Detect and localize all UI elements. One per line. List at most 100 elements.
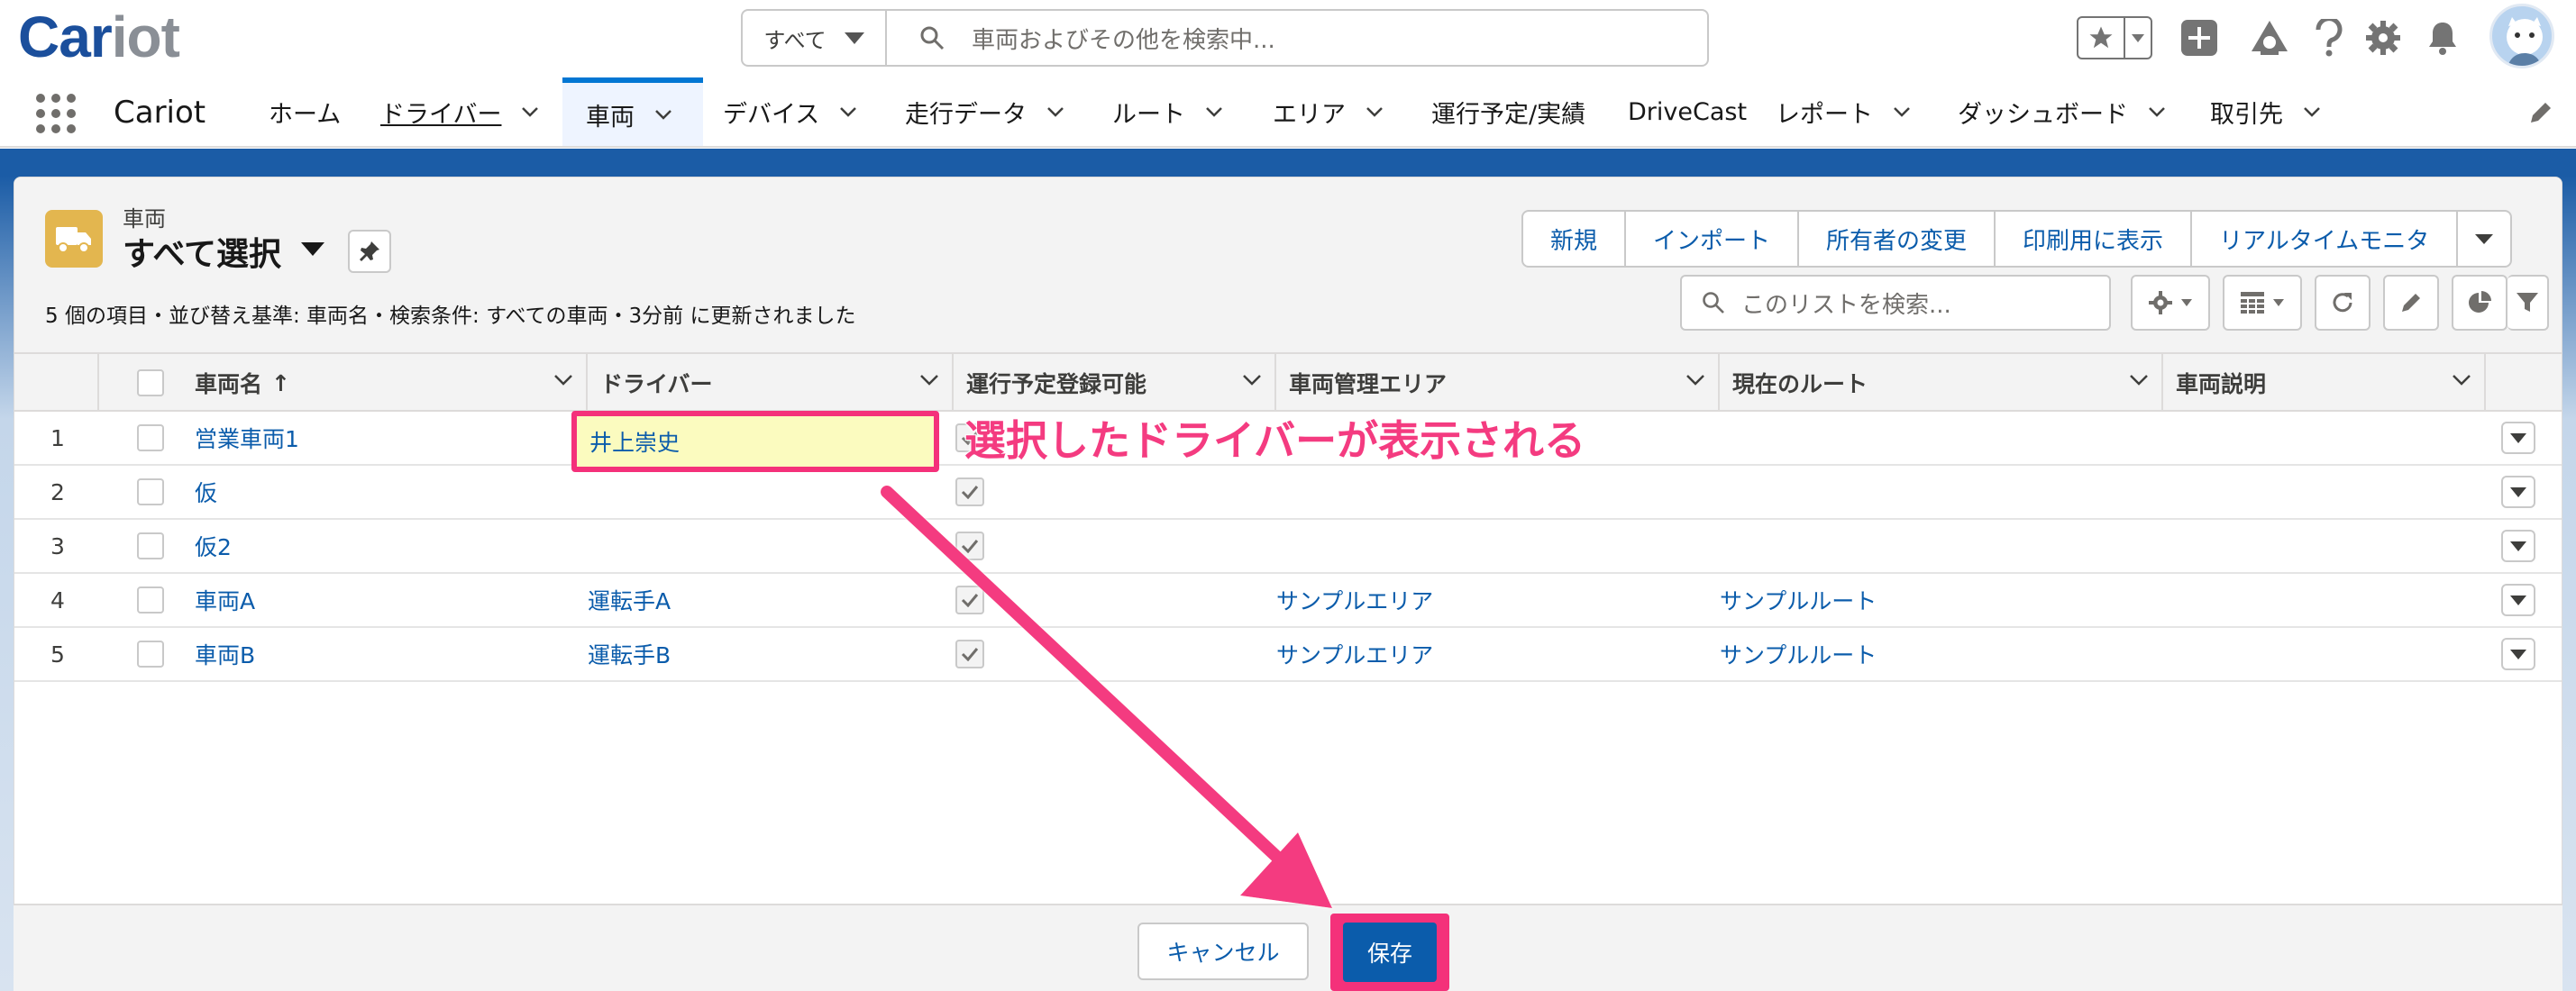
column-header-description[interactable]: 車両説明 (2163, 354, 2484, 412)
list-search-input[interactable]: このリストを検索... (1680, 275, 2111, 331)
chevron-down-icon[interactable] (1205, 106, 1223, 117)
area-link[interactable]: サンプルエリア (1276, 628, 1433, 680)
realtime-monitor-button[interactable]: リアルタイムモニタ (2192, 212, 2459, 266)
list-view-picker-icon[interactable] (301, 242, 324, 256)
filter-button[interactable] (2507, 275, 2549, 331)
row-actions-menu[interactable] (2501, 476, 2535, 508)
search-scope-dropdown[interactable]: すべて (743, 11, 887, 65)
select-all-checkbox[interactable] (137, 369, 164, 396)
star-icon[interactable] (2078, 18, 2124, 58)
row-checkbox[interactable] (137, 424, 164, 451)
chevron-down-icon[interactable] (2452, 374, 2471, 386)
change-owner-button[interactable]: 所有者の変更 (1799, 212, 1996, 266)
row-checkbox[interactable] (137, 586, 164, 614)
refresh-button[interactable] (2315, 275, 2370, 331)
area-link[interactable]: サンプルエリア (1276, 574, 1433, 626)
nav-tab-accounts[interactable]: 取引先 (2210, 77, 2321, 146)
row-actions-menu[interactable] (2501, 584, 2535, 616)
nav-tab-routes[interactable]: ルート (1112, 77, 1223, 146)
favorites-dropdown-icon[interactable] (2124, 18, 2151, 58)
chevron-down-icon[interactable] (553, 374, 573, 386)
table-row[interactable]: 4 車両A 運転手A サンプルエリア サンプルルート (14, 574, 2562, 628)
filter-icon (2517, 293, 2538, 312)
chevron-down-icon[interactable] (2303, 106, 2321, 117)
edited-driver-cell[interactable]: 井上崇史 (571, 411, 939, 472)
app-launcher-icon[interactable] (36, 94, 76, 133)
gear-icon (2149, 291, 2172, 314)
column-header-driver[interactable]: ドライバー (588, 354, 952, 412)
setup-gear-icon[interactable] (2363, 18, 2403, 58)
edit-nav-pencil-icon[interactable] (2527, 99, 2554, 126)
trailhead-icon[interactable] (2250, 18, 2289, 58)
row-actions-menu[interactable] (2501, 422, 2535, 454)
table-row[interactable]: 5 車両B 運転手B サンプルエリア サンプルルート (14, 628, 2562, 682)
save-button[interactable]: 保存 (1343, 923, 1437, 982)
driver-link[interactable]: 運転手A (588, 574, 671, 626)
nav-tab-drivers[interactable]: ドライバー (380, 77, 539, 146)
chevron-down-icon[interactable] (1893, 106, 1911, 117)
column-header-vehicle-name[interactable]: 車両名 ↑ (195, 354, 586, 412)
chevron-down-icon[interactable] (521, 106, 539, 117)
table-row[interactable]: 2 仮 (14, 466, 2562, 520)
column-label: 運行予定登録可能 (966, 371, 1147, 397)
row-checkbox[interactable] (137, 532, 164, 559)
row-checkbox[interactable] (137, 641, 164, 668)
cariot-logo[interactable]: Cariot (18, 5, 180, 68)
chevron-down-icon[interactable] (839, 106, 857, 117)
nav-tab-devices[interactable]: デバイス (723, 77, 857, 146)
chevron-down-icon[interactable] (2148, 106, 2166, 117)
inline-edit-button[interactable] (2383, 275, 2439, 331)
driver-link[interactable]: 運転手B (588, 628, 671, 680)
nav-tab-reports[interactable]: レポート (1776, 77, 1911, 146)
row-actions-menu[interactable] (2501, 530, 2535, 562)
nav-tab-vehicles[interactable]: 車両 (562, 77, 703, 146)
route-link[interactable]: サンプルルート (1720, 628, 1877, 680)
nav-tab-drive-data[interactable]: 走行データ (905, 77, 1064, 146)
notifications-bell-icon[interactable] (2423, 18, 2462, 58)
chevron-down-icon (2475, 234, 2494, 244)
chevron-down-icon[interactable] (2129, 374, 2149, 386)
chevron-down-icon[interactable] (1366, 106, 1384, 117)
nav-tab-areas[interactable]: エリア (1273, 77, 1384, 146)
vehicle-name-link[interactable]: 車両B (195, 628, 255, 680)
global-add-icon[interactable] (2179, 18, 2219, 58)
chevron-down-icon[interactable] (919, 374, 939, 386)
list-search-placeholder: このリストを検索... (1741, 291, 1951, 319)
display-as-button[interactable] (2223, 275, 2302, 331)
nav-tab-drivecast[interactable]: DriveCast (1628, 77, 1747, 146)
column-header-schedulable[interactable]: 運行予定登録可能 (954, 354, 1274, 412)
row-checkbox[interactable] (137, 478, 164, 505)
column-header-current-route[interactable]: 現在のルート (1720, 354, 2161, 412)
vehicle-name-link[interactable]: 営業車両1 (195, 412, 299, 464)
user-avatar[interactable] (2489, 4, 2554, 68)
vehicle-name-link[interactable]: 車両A (195, 574, 255, 626)
global-search-input[interactable]: 車両およびその他を検索中... (887, 11, 1707, 65)
chevron-down-icon[interactable] (654, 109, 672, 120)
pie-chart-icon (2469, 291, 2491, 313)
new-button[interactable]: 新規 (1523, 212, 1627, 266)
favorites-button-group[interactable] (2077, 16, 2152, 59)
nav-tab-home[interactable]: ホーム (269, 77, 341, 146)
row-actions-menu[interactable] (2501, 638, 2535, 670)
help-icon[interactable] (2309, 18, 2349, 58)
vehicle-name-link[interactable]: 仮 (195, 466, 217, 518)
chevron-down-icon[interactable] (1685, 374, 1705, 386)
import-button[interactable]: インポート (1626, 212, 1800, 266)
more-actions-button[interactable] (2458, 212, 2510, 266)
cancel-button[interactable]: キャンセル (1137, 923, 1309, 980)
pin-list-button[interactable] (348, 230, 391, 273)
list-view-title[interactable]: すべて選択 (123, 228, 281, 275)
list-settings-button[interactable] (2131, 275, 2210, 331)
route-link[interactable]: サンプルルート (1720, 574, 1877, 626)
nav-tab-schedule[interactable]: 運行予定/実績 (1431, 77, 1585, 146)
table-header: 車両名 ↑ ドライバー 運行予定登録可能 車両管理エリア 現在のルート 車両説明 (14, 354, 2562, 412)
column-header-management-area[interactable]: 車両管理エリア (1276, 354, 1718, 412)
chevron-down-icon[interactable] (1046, 106, 1064, 117)
chevron-down-icon[interactable] (1242, 374, 1262, 386)
sort-arrow-up-icon: ↑ (271, 369, 290, 396)
table-row[interactable]: 3 仮2 (14, 520, 2562, 574)
printable-view-button[interactable]: 印刷用に表示 (1996, 212, 2193, 266)
charts-button[interactable] (2452, 275, 2507, 331)
nav-tab-dashboards[interactable]: ダッシュボード (1958, 77, 2166, 146)
vehicle-name-link[interactable]: 仮2 (195, 520, 232, 572)
